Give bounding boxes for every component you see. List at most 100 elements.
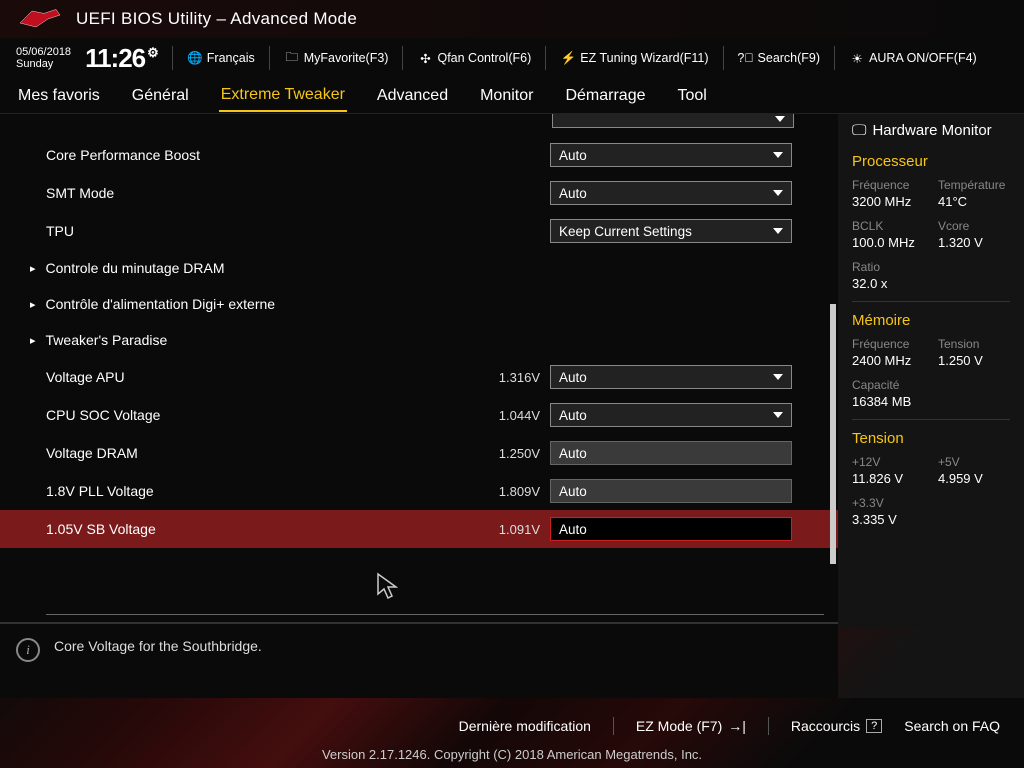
search-button[interactable]: ?⃝Search(F9) — [738, 50, 821, 66]
submenu-dram-timing[interactable]: ▸Controle du minutage DRAM — [0, 250, 838, 286]
label-voltage-dram: Voltage DRAM — [46, 445, 480, 461]
row-voltage-dram: Voltage DRAM 1.250V Auto — [0, 434, 838, 472]
last-modification-button[interactable]: Dernière modification — [459, 718, 591, 734]
lbl-v5: +5V — [938, 455, 1010, 469]
val-mem-freq: 2400 MHz — [852, 353, 924, 368]
submenu-tweakers-paradise[interactable]: ▸Tweaker's Paradise — [0, 322, 838, 358]
tab-extreme-tweaker[interactable]: Extreme Tweaker — [219, 80, 347, 112]
tab-tool[interactable]: Tool — [675, 81, 708, 111]
section-voltage: Tension — [852, 430, 1010, 447]
lbl-cpu-freq: Fréquence — [852, 178, 924, 192]
val-vcore: 1.320 V — [938, 235, 1010, 250]
input-voltage-pll[interactable]: Auto — [550, 479, 792, 503]
footer: Dernière modification EZ Mode (F7)→| Rac… — [0, 712, 1024, 740]
fan-icon: ✣ — [417, 50, 433, 66]
date-block: 05/06/2018 Sunday — [16, 46, 71, 70]
val-bclk: 100.0 MHz — [852, 235, 924, 250]
chevron-down-icon — [773, 152, 783, 158]
reading-voltage-pll: 1.809V — [480, 484, 540, 499]
val-v5: 4.959 V — [938, 471, 1010, 486]
search-faq-button[interactable]: Search on FAQ — [904, 718, 1000, 734]
section-cpu: Processeur — [852, 153, 1010, 170]
dropdown-voltage-soc[interactable]: Auto — [550, 403, 792, 427]
lbl-v12: +12V — [852, 455, 924, 469]
shortcuts-button[interactable]: Raccourcis? — [791, 718, 882, 734]
chevron-down-icon — [773, 190, 783, 196]
tab-advanced[interactable]: Advanced — [375, 81, 450, 111]
row-voltage-pll: 1.8V PLL Voltage 1.809V Auto — [0, 472, 838, 510]
val-cpu-temp: 41°C — [938, 194, 1010, 209]
val-cpu-freq: 3200 MHz — [852, 194, 924, 209]
reading-voltage-dram: 1.250V — [480, 446, 540, 461]
tab-favorites[interactable]: Mes favoris — [16, 81, 102, 111]
language-selector[interactable]: 🌐Français — [187, 50, 255, 66]
app-title: UEFI BIOS Utility – Advanced Mode — [76, 9, 357, 29]
lbl-v33: +3.3V — [852, 496, 1010, 510]
sidebar-title: 🖵Hardware Monitor — [852, 122, 1010, 139]
tab-boot[interactable]: Démarrage — [563, 81, 647, 111]
lbl-ratio: Ratio — [852, 260, 1010, 274]
time: 11:26⚙ — [85, 43, 158, 74]
myfavorite-button[interactable]: 🗀MyFavorite(F3) — [284, 50, 389, 66]
eztuning-button[interactable]: ⚡EZ Tuning Wizard(F11) — [560, 50, 708, 66]
gear-icon[interactable]: ⚙ — [147, 45, 158, 61]
val-v12: 11.826 V — [852, 471, 924, 486]
main-tabs: Mes favoris Général Extreme Tweaker Adva… — [0, 78, 1024, 114]
chevron-down-icon — [773, 374, 783, 380]
dropdown-smt[interactable]: Auto — [550, 181, 792, 205]
header: UEFI BIOS Utility – Advanced Mode — [0, 0, 1024, 38]
submenu-digi-power[interactable]: ▸Contrôle d'alimentation Digi+ externe — [0, 286, 838, 322]
day: Sunday — [16, 58, 71, 70]
arrow-right-icon: ▸ — [30, 334, 36, 347]
label-cpb: Core Performance Boost — [46, 147, 550, 163]
horizontal-scrollbar[interactable] — [46, 614, 824, 615]
lbl-vcore: Vcore — [938, 219, 1010, 233]
date: 05/06/2018 — [16, 46, 71, 58]
qfan-button[interactable]: ✣Qfan Control(F6) — [417, 50, 531, 66]
lbl-mem-volt: Tension — [938, 337, 1010, 351]
globe-icon: 🌐 — [187, 50, 203, 66]
reading-voltage-sb: 1.091V — [480, 522, 540, 537]
val-mem-volt: 1.250 V — [938, 353, 1010, 368]
input-voltage-dram[interactable]: Auto — [550, 441, 792, 465]
settings-panel: Core Performance Boost Auto SMT Mode Aut… — [0, 114, 838, 698]
monitor-icon: 🖵 — [852, 122, 866, 139]
aura-button[interactable]: ☀AURA ON/OFF(F4) — [849, 50, 977, 66]
dropdown-tpu[interactable]: Keep Current Settings — [550, 219, 792, 243]
val-ratio: 32.0 x — [852, 276, 1010, 291]
row-cpb: Core Performance Boost Auto — [0, 136, 838, 174]
input-voltage-sb[interactable]: Auto — [550, 517, 792, 541]
label-voltage-pll: 1.8V PLL Voltage — [46, 483, 480, 499]
label-voltage-sb: 1.05V SB Voltage — [46, 521, 480, 537]
arrow-right-icon: ▸ — [30, 298, 36, 311]
vertical-scrollbar[interactable] — [830, 304, 836, 564]
tab-general[interactable]: Général — [130, 81, 191, 111]
ezmode-button[interactable]: EZ Mode (F7)→| — [636, 718, 746, 734]
wand-icon: ⚡ — [560, 50, 576, 66]
reading-voltage-soc: 1.044V — [480, 408, 540, 423]
tab-monitor[interactable]: Monitor — [478, 81, 535, 111]
chevron-down-icon — [773, 228, 783, 234]
chevron-down-icon — [773, 412, 783, 418]
row-voltage-apu: Voltage APU 1.316V Auto — [0, 358, 838, 396]
lbl-mem-cap: Capacité — [852, 378, 1010, 392]
arrow-right-icon: ▸ — [30, 262, 36, 275]
label-voltage-soc: CPU SOC Voltage — [46, 407, 480, 423]
row-voltage-soc: CPU SOC Voltage 1.044V Auto — [0, 396, 838, 434]
topbar: 05/06/2018 Sunday 11:26⚙ 🌐Français 🗀MyFa… — [0, 38, 1024, 78]
help-panel: i Core Voltage for the Southbridge. — [0, 622, 838, 698]
row-tpu: TPU Keep Current Settings — [0, 212, 838, 250]
hardware-monitor-panel: 🖵Hardware Monitor Processeur Fréquence 32… — [838, 114, 1024, 698]
lbl-bclk: BCLK — [852, 219, 924, 233]
light-icon: ☀ — [849, 50, 865, 66]
help-text: Core Voltage for the Southbridge. — [54, 638, 262, 654]
row-voltage-sb: 1.05V SB Voltage 1.091V Auto — [0, 510, 838, 548]
question-icon: ? — [866, 719, 882, 733]
dropdown-voltage-apu[interactable]: Auto — [550, 365, 792, 389]
val-v33: 3.335 V — [852, 512, 1010, 527]
exit-icon: →| — [728, 718, 746, 734]
lbl-mem-freq: Fréquence — [852, 337, 924, 351]
partial-dropdown[interactable] — [552, 114, 794, 128]
dropdown-cpb[interactable]: Auto — [550, 143, 792, 167]
chevron-down-icon — [775, 116, 785, 122]
